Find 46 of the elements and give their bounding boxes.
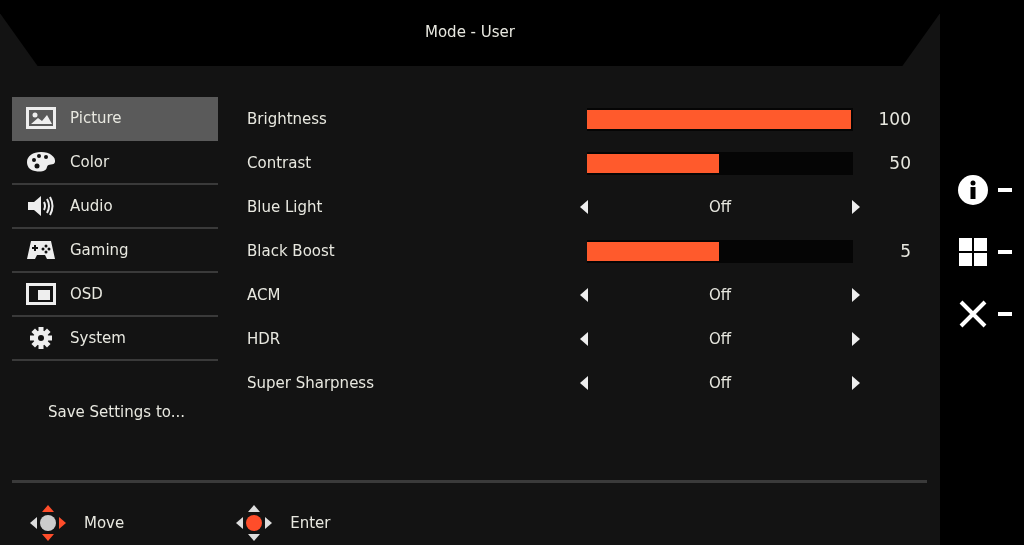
close-icon[interactable] [958, 299, 988, 329]
info-icon[interactable] [958, 175, 988, 205]
setting-label: ACM [247, 286, 282, 304]
setting-value: Off [708, 330, 732, 348]
window-icon [26, 283, 56, 305]
dash-icon [998, 312, 1012, 316]
window-title: Mode - User [425, 23, 515, 41]
grid-icon[interactable] [958, 237, 988, 267]
left-arrow-icon[interactable] [580, 288, 588, 302]
slider-track[interactable] [587, 239, 853, 263]
gamepad-icon [26, 239, 56, 261]
setting-label: HDR [247, 330, 282, 348]
dash-icon [998, 250, 1012, 254]
setting-value: 5 [899, 241, 911, 261]
menu-item[interactable]: Picture [12, 97, 218, 141]
left-arrow-icon[interactable] [580, 332, 588, 346]
setting-label: Brightness [247, 110, 328, 128]
right-arrow-icon[interactable] [852, 288, 860, 302]
menu-item[interactable]: Gaming [12, 229, 218, 273]
left-arrow-icon[interactable] [580, 376, 588, 390]
save-settings-link[interactable]: Save Settings to... [48, 403, 185, 421]
hint-label: Enter [290, 514, 331, 532]
slider-track[interactable] [587, 151, 853, 175]
menu-item[interactable]: Color [12, 141, 218, 185]
right-arrow-icon[interactable] [852, 332, 860, 346]
setting-value: 50 [888, 153, 911, 173]
setting-label: Blue Light [247, 198, 324, 216]
setting-value: 100 [877, 109, 911, 129]
menu-item[interactable]: System [12, 317, 218, 361]
palette-icon [26, 151, 56, 173]
menu-item[interactable]: Audio [12, 185, 218, 229]
hint-label: Move [84, 514, 125, 532]
setting-value: Off [708, 286, 732, 304]
right-arrow-icon[interactable] [852, 200, 860, 214]
menu-item[interactable]: OSD [12, 273, 218, 317]
dpad-icon [28, 503, 68, 543]
setting-value: Off [708, 198, 732, 216]
setting-label: Black Boost [247, 242, 336, 260]
right-arrow-icon[interactable] [852, 376, 860, 390]
dash-icon [998, 188, 1012, 192]
left-arrow-icon[interactable] [580, 200, 588, 214]
setting-label: Super Sharpness [247, 374, 375, 392]
setting-value: Off [708, 374, 732, 392]
setting-label: Contrast [247, 154, 313, 172]
picture-icon [26, 107, 56, 129]
speaker-icon [26, 195, 56, 217]
